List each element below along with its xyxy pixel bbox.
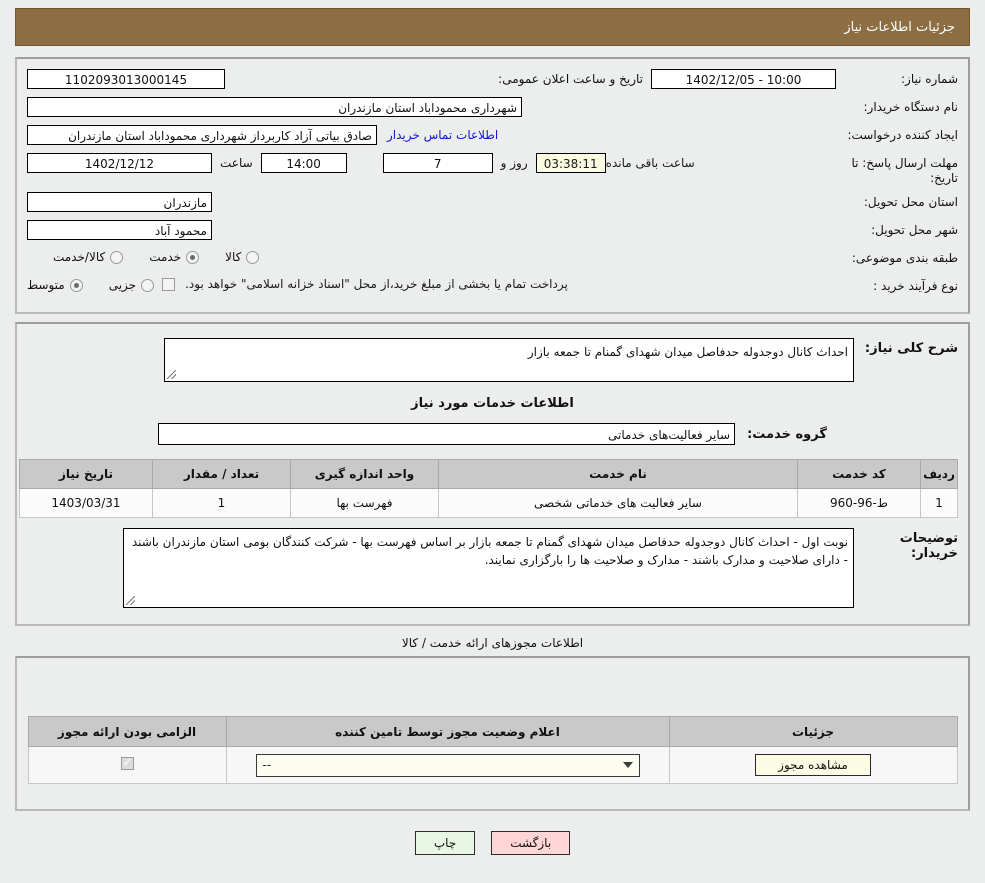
buyer-notes-textarea[interactable]: نوبت اول - احداث کانال دوجدوله حدفاصل می… <box>123 528 854 608</box>
license-required-checkbox <box>120 755 134 770</box>
buyer-contact-link[interactable]: اطلاعات تماس خریدار <box>377 128 508 142</box>
radio-icon[interactable] <box>69 278 83 292</box>
category-option-label: کالا/خدمت <box>53 250 106 264</box>
services-table: ردیف کد خدمت نام خدمت واحد اندازه گیری ت… <box>19 459 958 518</box>
th-quantity: تعداد / مقدار <box>152 459 291 489</box>
radio-icon[interactable] <box>141 278 155 292</box>
category-option-label: کالا <box>225 250 242 264</box>
process-option-motavaset[interactable]: متوسط <box>27 278 83 292</box>
cell-license-status: -- <box>225 746 670 784</box>
category-option-khedmat[interactable]: خدمت <box>149 250 200 264</box>
cell-unit: فهرست بها <box>290 488 439 518</box>
general-description-textarea[interactable]: احداث کانال دوجدوله حدفاصل میدان شهدای گ… <box>164 338 854 382</box>
days-label: روز و <box>500 156 528 170</box>
back-button[interactable]: بازگشت <box>491 831 571 855</box>
row-buyer-notes: توضیحات خریدار: نوبت اول - احداث کانال د… <box>27 528 958 608</box>
table-row: مشاهده مجوز -- <box>27 746 958 784</box>
th-need-date: تاریخ نیاز <box>19 459 153 489</box>
cell-service-name: سایر فعالیت های خدماتی شخصی <box>438 488 798 518</box>
licenses-table: جزئیات اعلام وضعیت مجوز توسط تامین کننده… <box>27 716 958 784</box>
need-number-label: شماره نیاز: <box>901 72 958 86</box>
deadline-date-field[interactable]: 1402/12/12 <box>27 153 212 173</box>
category-option-label: خدمت <box>149 250 182 264</box>
row-city: شهر محل تحویل: محمود آباد <box>27 220 958 242</box>
announce-date-label: تاریخ و ساعت اعلان عمومی: <box>498 72 643 86</box>
process-option-label: متوسط <box>27 278 65 292</box>
row-category: طبقه بندی موضوعی: کالا خدمت کالا/خدمت <box>27 248 958 270</box>
page-root: جزئیات اطلاعات نیاز شماره نیاز: 1402/12/… <box>0 8 985 855</box>
row-service-group: گروه خدمت: سایر فعالیت‌های خدماتی <box>27 423 958 445</box>
license-status-value: -- <box>262 758 272 772</box>
th-license-details: جزئیات <box>668 716 958 747</box>
row-creator: ایجاد کننده درخواست: اطلاعات تماس خریدار… <box>27 125 958 147</box>
row-general-description: شرح کلی نیاز: احداث کانال دوجدوله حدفاصل… <box>27 338 958 382</box>
buyer-org-field[interactable]: شهرداری محموداباد استان مازندران <box>27 97 522 117</box>
countdown-timer: 03:38:11 <box>535 153 606 173</box>
page-title: جزئیات اطلاعات نیاز <box>15 8 970 46</box>
province-field[interactable]: مازندران <box>27 192 212 212</box>
process-radio-group: جزیی متوسط <box>27 276 155 292</box>
process-option-jozii[interactable]: جزیی <box>108 278 155 292</box>
row-deadline: مهلت ارسال پاسخ: تا تاریخ: ساعت باقی مان… <box>27 153 958 186</box>
services-section-title: اطلاعات خدمات مورد نیاز <box>411 396 574 411</box>
announce-date-field[interactable]: 1402/12/05 - 10:00 <box>651 69 836 89</box>
category-radio-group: کالا خدمت کالا/خدمت <box>27 248 260 264</box>
days-remaining-field[interactable]: 7 <box>382 153 493 173</box>
row-process-type: نوع فرآیند خرید : پرداخت تمام یا بخشی از… <box>27 276 958 298</box>
service-group-field[interactable]: سایر فعالیت‌های خدماتی <box>158 423 736 445</box>
cell-need-date: 1403/03/31 <box>19 488 153 518</box>
process-type-label: نوع فرآیند خرید : <box>873 279 958 293</box>
footer-actions: بازگشت چاپ <box>15 831 970 855</box>
radio-icon[interactable] <box>110 250 124 264</box>
row-buyer-org: نام دستگاه خریدار: شهرداری محموداباد است… <box>27 97 958 119</box>
need-description-panel: شرح کلی نیاز: احداث کانال دوجدوله حدفاصل… <box>15 322 970 626</box>
need-number-field[interactable]: 1102093013000145 <box>27 69 225 89</box>
payment-note-checkbox[interactable] <box>162 277 176 291</box>
category-label: طبقه بندی موضوعی: <box>851 251 958 265</box>
category-option-kala-khedmat[interactable]: کالا/خدمت <box>53 250 124 264</box>
city-field[interactable]: محمود آباد <box>27 220 212 240</box>
remaining-label: ساعت باقی مانده <box>605 156 695 170</box>
th-service-code: کد خدمت <box>797 459 921 489</box>
province-label: استان محل تحویل: <box>863 195 958 209</box>
license-status-select[interactable]: -- <box>255 753 640 777</box>
licenses-caption: اطلاعات مجوزهای ارائه خدمت / کالا <box>401 636 584 650</box>
buyer-notes-label: توضیحات خریدار: <box>899 531 958 561</box>
row-need-number: شماره نیاز: 1402/12/05 - 10:00 تاریخ و س… <box>27 69 958 91</box>
print-button[interactable]: چاپ <box>414 831 476 855</box>
th-radif: ردیف <box>920 459 958 489</box>
chevron-down-icon <box>622 762 633 768</box>
table-row: 1 ط-96-960 سایر فعالیت های خدماتی شخصی ف… <box>19 488 958 518</box>
creator-label: ایجاد کننده درخواست: <box>847 128 958 142</box>
need-info-panel: شماره نیاز: 1402/12/05 - 10:00 تاریخ و س… <box>15 57 970 314</box>
deadline-time-field[interactable]: 14:00 <box>260 153 347 173</box>
deadline-label: مهلت ارسال پاسخ: تا تاریخ: <box>851 156 958 185</box>
cell-license-details: مشاهده مجوز <box>668 746 958 784</box>
th-license-status: اعلام وضعیت مجوز توسط تامین کننده <box>225 716 670 747</box>
cell-license-required <box>27 746 227 784</box>
cell-quantity: 1 <box>152 488 291 518</box>
hour-label: ساعت <box>220 156 253 170</box>
category-option-kala[interactable]: کالا <box>225 250 260 264</box>
row-province: استان محل تحویل: مازندران <box>27 192 958 214</box>
view-license-button[interactable]: مشاهده مجوز <box>755 754 871 776</box>
table-header-row: جزئیات اعلام وضعیت مجوز توسط تامین کننده… <box>27 716 958 747</box>
buyer-org-label: نام دستگاه خریدار: <box>863 100 959 114</box>
radio-icon[interactable] <box>246 250 260 264</box>
table-header-row: ردیف کد خدمت نام خدمت واحد اندازه گیری ت… <box>19 459 958 489</box>
city-label: شهر محل تحویل: <box>871 223 958 237</box>
cell-service-code: ط-96-960 <box>797 488 921 518</box>
th-unit: واحد اندازه گیری <box>290 459 439 489</box>
licenses-panel: جزئیات اعلام وضعیت مجوز توسط تامین کننده… <box>15 656 970 811</box>
radio-icon[interactable] <box>186 250 200 264</box>
th-service-name: نام خدمت <box>438 459 798 489</box>
payment-note-text: پرداخت تمام یا بخشی از مبلغ خرید،از محل … <box>185 277 568 291</box>
process-option-label: جزیی <box>108 278 137 292</box>
creator-field[interactable]: صادق بیاتی آزاد کاربرداز شهرداری محموداب… <box>27 125 377 145</box>
service-group-label: گروه خدمت: <box>747 426 827 442</box>
general-description-label: شرح کلی نیاز: <box>864 341 958 356</box>
cell-radif: 1 <box>920 488 958 518</box>
th-license-required: الزامی بودن ارائه مجوز <box>27 716 227 747</box>
